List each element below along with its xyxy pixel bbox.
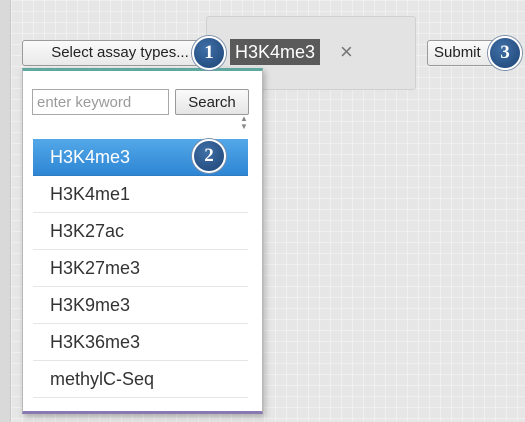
keyword-search-input[interactable]	[32, 89, 169, 115]
selected-chip-label: H3K4me3	[235, 42, 316, 62]
remove-chip-icon[interactable]: ×	[340, 40, 353, 64]
search-button[interactable]: Search	[175, 89, 249, 115]
step-badge-1: 1	[192, 36, 226, 70]
option-item[interactable]: H3K4me1	[33, 176, 248, 213]
assay-options-list: H3K4me3 H3K4me1 H3K27ac H3K27me3 H3K9me3…	[33, 139, 248, 398]
option-item[interactable]: H3K9me3	[33, 287, 248, 324]
option-item[interactable]: methylC-Seq	[33, 361, 248, 398]
option-item[interactable]: H3K36me3	[33, 324, 248, 361]
selected-chip: H3K4me3	[230, 39, 321, 65]
sort-arrows-icon[interactable]: ▲ ▼	[240, 115, 248, 131]
option-item[interactable]: H3K27me3	[33, 250, 248, 287]
option-item[interactable]: H3K27ac	[33, 213, 248, 250]
submit-button[interactable]: Submit	[427, 40, 497, 66]
select-assay-types-button[interactable]: Select assay types...	[22, 40, 218, 66]
left-frame-edge	[0, 0, 11, 422]
step-badge-3: 3	[488, 36, 522, 70]
step-badge-2: 2	[192, 139, 226, 173]
assay-type-dropdown: Search ▲▼ H3K4me3 H3K4me1 H3K27ac H3K27m…	[22, 68, 263, 414]
